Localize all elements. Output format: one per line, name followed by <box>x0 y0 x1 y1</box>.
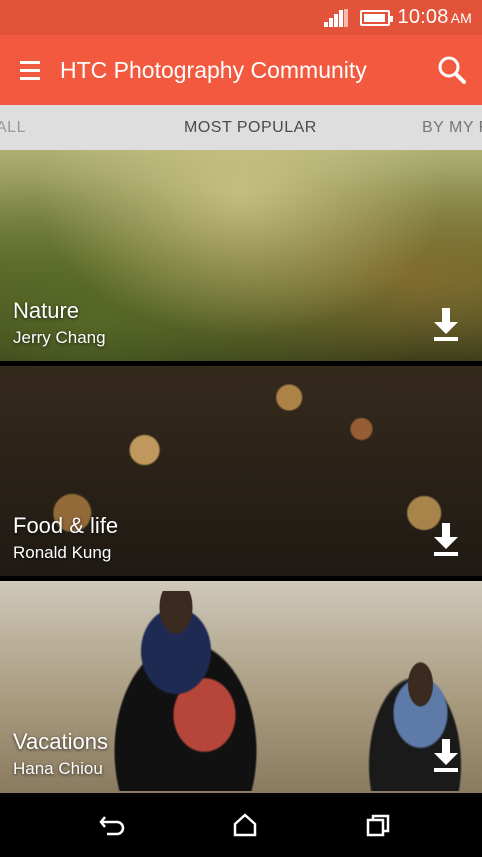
tab-strip: ALL MOST POPULAR BY MY F <box>0 105 482 150</box>
home-icon <box>233 813 257 837</box>
photo-rider <box>100 591 290 791</box>
recent-apps-icon <box>366 814 390 837</box>
card-author: Jerry Chang <box>13 328 106 347</box>
recent-apps-button[interactable] <box>348 793 408 857</box>
app-title: HTC Photography Community <box>60 56 367 83</box>
download-icon[interactable] <box>432 308 460 342</box>
download-icon[interactable] <box>432 739 460 773</box>
clock-time: 10:08 <box>397 6 449 28</box>
card-label: Nature Jerry Chang <box>13 298 106 348</box>
tab-most-popular[interactable]: MOST POPULAR <box>184 105 317 150</box>
app-bar: HTC Photography Community <box>0 35 482 105</box>
album-card-vacations[interactable]: Vacations Hana Chiou <box>0 581 482 793</box>
tab-by-my-friends[interactable]: BY MY F <box>422 105 482 150</box>
card-author: Ronald Kung <box>13 543 112 562</box>
album-card-food-life[interactable]: Food & life Ronald Kung <box>0 366 482 576</box>
signal-icon <box>323 8 348 27</box>
navigation-bar <box>0 793 482 857</box>
menu-icon[interactable] <box>0 35 60 105</box>
card-label: Vacations Hana Chiou <box>13 729 108 779</box>
clock-ampm: AM <box>450 10 472 26</box>
search-icon[interactable] <box>422 35 482 105</box>
status-bar: 10:08 AM <box>0 0 482 35</box>
card-title: Food & life <box>13 513 119 538</box>
download-icon[interactable] <box>432 523 460 557</box>
back-button[interactable] <box>83 793 143 857</box>
card-title: Vacations <box>13 729 108 754</box>
back-icon <box>99 816 125 836</box>
card-author: Hana Chiou <box>13 759 103 778</box>
card-label: Food & life Ronald Kung <box>13 513 118 563</box>
battery-icon <box>359 9 393 26</box>
home-button[interactable] <box>215 793 275 857</box>
tab-all[interactable]: ALL <box>0 105 26 150</box>
clock: 10:08 AM <box>398 6 472 29</box>
card-title: Nature <box>13 298 80 323</box>
album-card-nature[interactable]: Nature Jerry Chang <box>0 150 482 361</box>
